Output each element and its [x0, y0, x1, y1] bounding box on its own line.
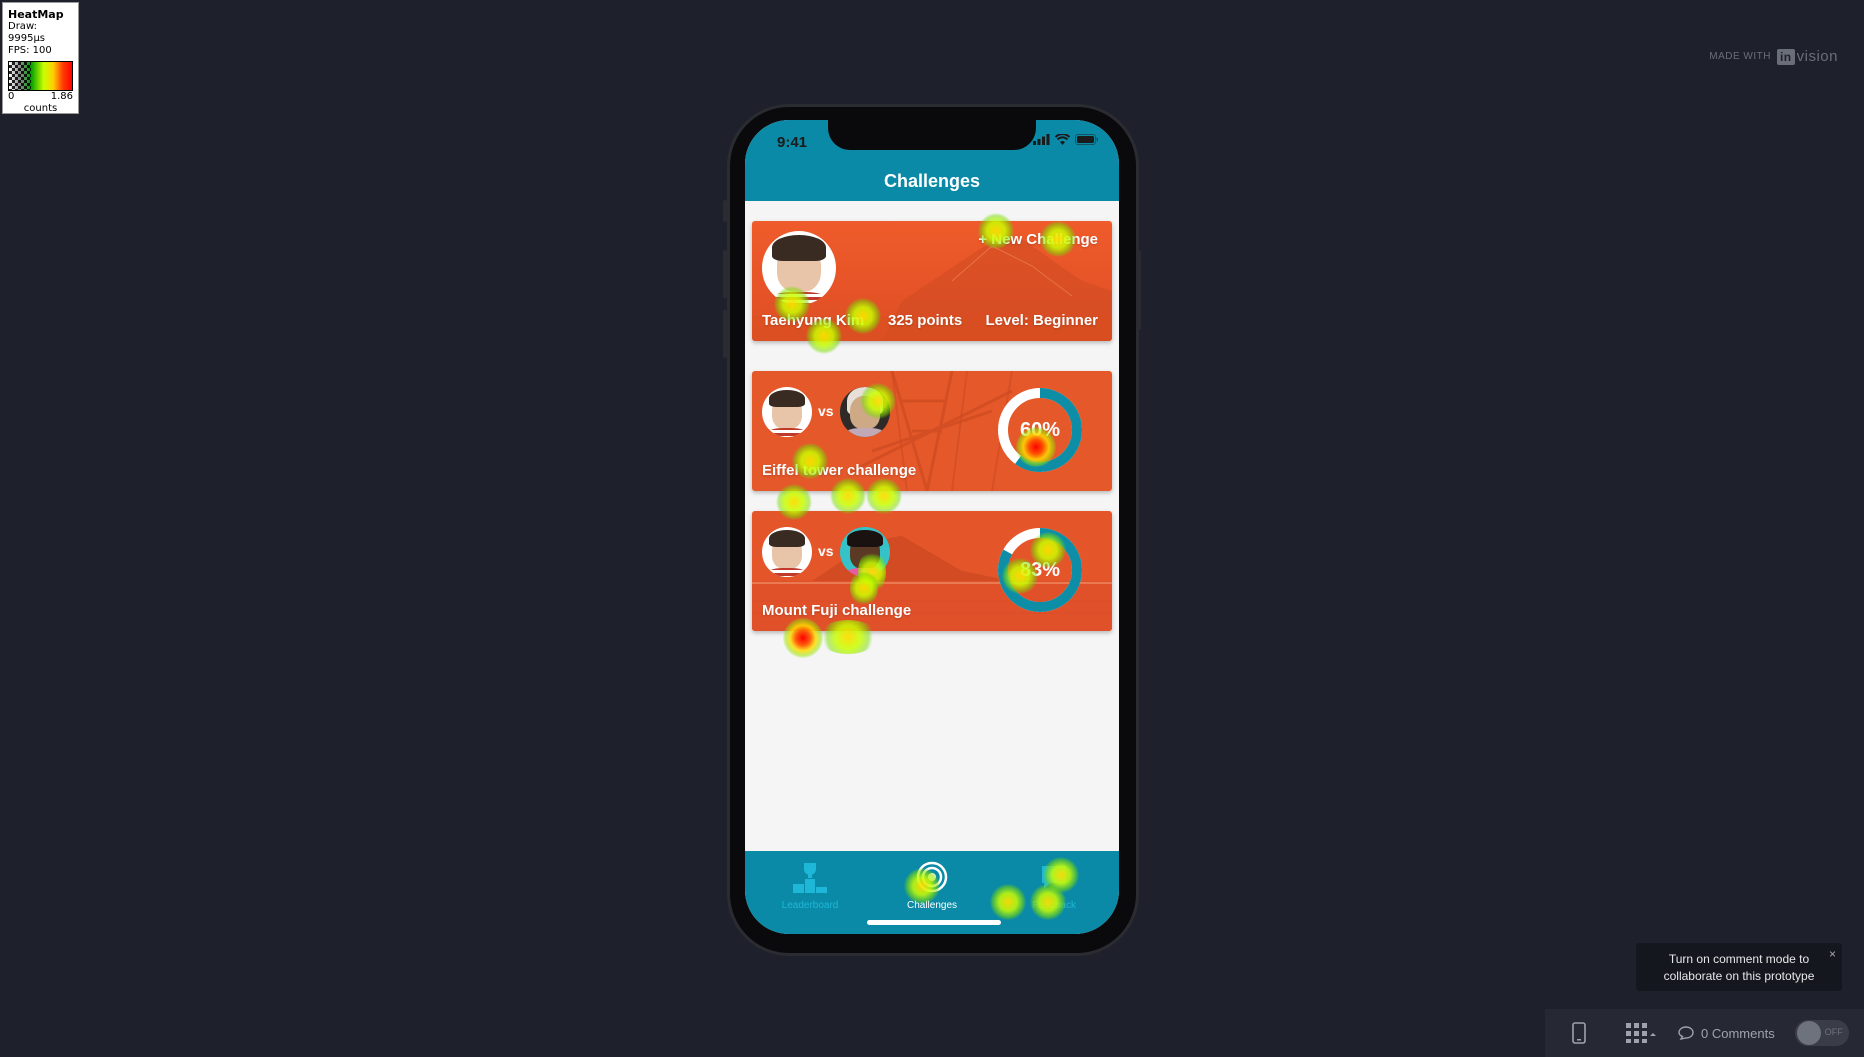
progress-label: 83%: [1019, 559, 1061, 581]
heatmap-draw-time: Draw: 9995µs: [8, 21, 46, 44]
status-icons: [1033, 134, 1099, 145]
heatmap-min: 0: [8, 91, 15, 102]
tab-feedback[interactable]: Feedback: [1004, 861, 1104, 911]
vs-label: vs: [818, 543, 834, 559]
heatmap-legend: HeatMap Draw: 9995µs FPS: 100 0 1.86 cou…: [2, 2, 79, 114]
progress-ring: 60%: [996, 386, 1084, 474]
invision-logo-box: in: [1776, 48, 1795, 65]
heatmap-unit: counts: [23, 103, 58, 114]
status-time: 9:41: [777, 134, 808, 151]
comment-mode-tooltip: × Turn on comment mode to collaborate on…: [1636, 943, 1842, 991]
heatmap-max: 1.86: [50, 91, 73, 102]
toggle-knob: [1796, 1021, 1821, 1045]
hint-line-1: Turn on comment mode to: [1668, 952, 1810, 966]
heatmap-color-scale: [8, 61, 73, 91]
target-icon: [916, 861, 948, 893]
comments-button[interactable]: 0 Comments: [1678, 1026, 1775, 1041]
progress-label: 60%: [1019, 419, 1061, 441]
phone-power-button: [1137, 250, 1141, 330]
phone-notch: [828, 120, 1036, 150]
tab-label: Leaderboard: [781, 900, 839, 911]
comment-icon: [1678, 1026, 1694, 1040]
tab-label: Challenges: [906, 900, 958, 911]
page-title: Challenges: [745, 164, 1119, 201]
device-preview-button[interactable]: [1572, 1022, 1586, 1044]
phone-screen: 9:41 Challenges + New Challenge Taehyung…: [745, 120, 1119, 934]
prototype-toolbar: 0 Comments OFF: [1545, 1009, 1864, 1057]
challenge-title: Eiffel tower challenge: [762, 462, 917, 479]
challenger-avatar: [762, 387, 812, 437]
profile-card: + New Challenge Taehyung Kim 325 points …: [752, 221, 1112, 341]
invision-logo-text: vision: [1796, 48, 1838, 65]
phone-icon: [1572, 1022, 1586, 1044]
opponent-avatar: [840, 387, 890, 437]
challenge-card-eiffel[interactable]: vs Eiffel tower challenge 60%: [752, 371, 1112, 491]
challenge-title: Mount Fuji challenge: [762, 602, 912, 619]
signal-icon: [1033, 134, 1050, 145]
user-avatar[interactable]: [762, 231, 836, 305]
feedback-icon: [1042, 866, 1066, 889]
comments-count: 0 Comments: [1701, 1025, 1775, 1041]
tab-leaderboard[interactable]: Leaderboard: [760, 861, 860, 911]
grid-icon: [1626, 1023, 1656, 1043]
tab-challenges[interactable]: Challenges: [882, 861, 982, 911]
user-points: 325 points: [888, 312, 963, 329]
tab-bar: Leaderboard Challenges Feedback: [745, 851, 1119, 934]
heatmap-title: HeatMap: [8, 8, 64, 21]
made-with-text: MADE WITH: [1709, 51, 1771, 62]
challenge-card-fuji[interactable]: vs Mount Fuji challenge 83%: [752, 511, 1112, 631]
phone-volume-up: [723, 250, 727, 298]
phone-volume-down: [723, 310, 727, 358]
vs-label: vs: [818, 403, 834, 419]
hint-line-2: collaborate on this prototype: [1663, 969, 1815, 983]
user-level: Level: Beginner: [985, 312, 1098, 329]
new-challenge-button[interactable]: + New Challenge: [978, 231, 1098, 248]
invision-logo: in vision: [1776, 48, 1838, 65]
toggle-off-label: OFF: [1824, 1027, 1843, 1037]
trophy-podium-icon: [793, 863, 827, 893]
close-icon[interactable]: ×: [1829, 946, 1836, 963]
opponent-avatar: [840, 527, 890, 577]
phone-mute-switch: [723, 200, 727, 222]
tab-label: Feedback: [1032, 900, 1076, 911]
home-indicator[interactable]: [867, 920, 1001, 925]
made-with-invision[interactable]: MADE WITH in vision: [1709, 48, 1838, 65]
heatmap-fps: FPS: 100: [8, 45, 52, 56]
wifi-icon: [1055, 134, 1070, 145]
battery-icon: [1075, 134, 1098, 145]
user-name: Taehyung Kim: [762, 312, 865, 329]
challenger-avatar: [762, 527, 812, 577]
screens-menu-button[interactable]: [1626, 1023, 1656, 1043]
progress-ring: 83%: [996, 526, 1084, 614]
comment-mode-toggle[interactable]: OFF: [1794, 1020, 1849, 1046]
